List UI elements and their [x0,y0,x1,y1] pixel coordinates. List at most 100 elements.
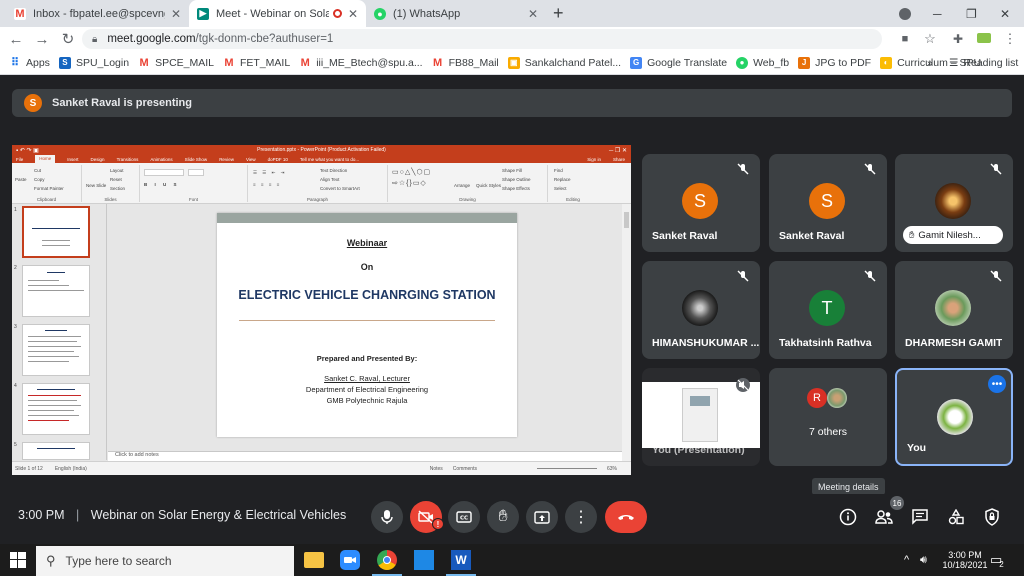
bookmark-item[interactable]: M FET_MAIL [223,57,290,69]
reload-button[interactable]: ↻ [56,30,80,48]
avatar-photo [937,399,973,435]
tab-meet[interactable]: ▶ Meet - Webinar on Solar Ene ✕ [189,0,366,27]
presenter-avatar: S [24,94,42,112]
avatar: R [807,388,827,408]
slide-thumbnail [22,265,90,317]
forward-button[interactable]: → [30,31,54,48]
participant-tile[interactable]: ✋︎ Gamit Nilesh... [895,154,1013,252]
more-options-icon[interactable]: ••• [988,375,1006,393]
minimize-button[interactable]: ─ [933,0,942,27]
status-comments: Comments [452,465,477,472]
bookmark-item[interactable]: J JPG to PDF [798,56,872,69]
close-window-button[interactable]: ✕ [1000,0,1010,27]
ppt-title-bar: ▪ ↶ ↷ ▣ Presentation.pptx - PowerPoint (… [12,145,631,155]
reading-list-button[interactable]: ☰ Reading list [949,57,1018,69]
photos-icon[interactable] [414,550,434,570]
bookmark-item[interactable]: S SPU_Login [58,56,129,69]
hand-raised-icon: ✋︎ [909,229,915,241]
thumb-number: 4 [14,383,17,389]
ribbon-item: Quick Styles [476,183,502,188]
raise-hand-button[interactable]: ✋︎ [487,501,519,533]
taskbar-search[interactable]: ⚲ Type here to search [36,546,294,576]
extensions-icon[interactable]: ✚ [946,32,970,46]
bookmark-item[interactable]: ▣ Sankalchand Patel... [507,56,621,69]
close-tab-icon[interactable]: ✕ [171,7,181,21]
more-bookmarks-icon[interactable]: » [927,57,933,69]
thumb-number: 2 [14,265,17,271]
captions-button[interactable]: CC [448,501,480,533]
bookmark-item[interactable]: G Google Translate [630,56,727,69]
notifications-icon[interactable]: ▭ 2 [990,544,1004,576]
ribbon-group-paragraph: ☰ ☰ ⇤ ⇥ ≡ ≡ ≡ ≡ Text Direction Align Tex… [248,165,388,202]
file-explorer-icon[interactable] [304,552,324,568]
participant-tile[interactable]: DHARMESH GAMIT [895,261,1013,359]
ribbon-group-font: B I U S Font [140,165,248,202]
bookmark-star-icon[interactable]: ☆ [918,31,942,47]
ribbon-group-label: Clipboard [36,197,57,202]
tab-whatsapp[interactable]: ● (1) WhatsApp ✕ [366,0,546,27]
profile-avatar[interactable] [972,32,996,46]
close-tab-icon[interactable]: ✕ [528,7,538,21]
slide-divider [239,320,495,321]
bookmark-apps[interactable]: ⠿ Apps [9,56,50,70]
participant-name: HIMANSHUKUMAR ... [652,337,760,349]
participant-name: You (Presentation) [652,444,745,456]
ribbon-item: Cut [34,168,42,173]
chat-button[interactable] [904,501,936,533]
camera-in-use-icon[interactable]: ■ [893,33,917,45]
leave-call-button[interactable] [605,501,647,533]
maximize-button[interactable]: ❐ [966,0,977,27]
gmail-icon: M [14,7,26,20]
meeting-details-button[interactable] [832,501,864,533]
volume-icon[interactable]: 🔊︎ [920,544,927,576]
slide-author: Sanket C. Raval, Lecturer [324,374,410,383]
ribbon-group-clipboard: Paste Cut Copy Format Painter Clipboard [12,165,82,202]
zoom-icon[interactable] [340,550,360,570]
bookmark-label: JPG to PDF [815,56,872,69]
participant-tile[interactable]: S Sanket Raval [769,154,887,252]
present-now-button[interactable] [526,501,558,533]
participant-tile[interactable]: HIMANSHUKUMAR ... [642,261,760,359]
new-tab-button[interactable]: + [553,0,564,27]
bookmark-item[interactable]: M FB88_Mail [432,57,499,69]
jpg-pdf-icon: J [798,56,811,69]
others-tile[interactable]: R 7 others [769,368,887,466]
mic-button[interactable] [371,501,403,533]
tab-search-icon[interactable] [899,0,911,27]
ribbon-group-editing: Find Replace Select Editing [548,165,598,202]
mic-off-icon [990,270,1002,282]
taskbar-time: 3:00 PM [948,550,982,560]
more-options-button[interactable]: ⋮ [565,501,597,533]
host-controls-button[interactable] [976,501,1008,533]
bookmark-item[interactable]: ● Web_fb [736,56,790,69]
taskbar-clock[interactable]: 3:00 PM 10/18/2021 [942,544,987,576]
activities-button[interactable] [940,501,972,533]
word-icon[interactable]: W [451,550,471,570]
people-button[interactable]: 16 [868,496,904,533]
participant-name: Takhatsinh Rathva [779,337,872,349]
bookmark-item[interactable]: Miii_ME_Btech@spu.a... [299,57,423,69]
self-tile[interactable]: ••• You [895,368,1013,466]
camera-button[interactable]: ! [410,501,444,533]
participant-tile-presentation[interactable]: You (Presentation) [642,368,760,466]
reading-list-label: Reading list [963,56,1019,69]
ppt-tab: Insert [67,156,79,162]
align-icons: ≡ ≡ ≡ ≡ [253,182,282,187]
close-tab-icon[interactable]: ✕ [348,7,358,21]
tab-gmail[interactable]: M Inbox - fbpatel.ee@spcevng.ac.in ✕ [6,0,189,27]
back-button[interactable]: ← [4,31,28,48]
url-path: /tgk-donm-cbe?authuser=1 [195,33,334,45]
chrome-menu-icon[interactable]: ⋮ [998,31,1022,47]
tray-chevron-icon[interactable]: ^ [904,544,909,576]
chrome-icon[interactable] [377,550,397,570]
windows-start-icon[interactable] [10,550,30,570]
participant-tile[interactable]: S Sanket Raval [642,154,760,252]
bookmark-label: Web_fb [753,56,790,69]
gmail-icon: M [432,56,443,69]
participant-tile[interactable]: T Takhatsinh Rathva [769,261,887,359]
url-bar[interactable]: 🔒︎ meet.google.com/tgk-donm-cbe?authuser… [82,29,882,49]
avatar-photo [682,290,718,326]
bookmark-label: Apps [26,56,50,69]
bookmark-item[interactable]: M SPCE_MAIL [138,57,214,69]
tab-title: (1) WhatsApp [393,7,461,20]
